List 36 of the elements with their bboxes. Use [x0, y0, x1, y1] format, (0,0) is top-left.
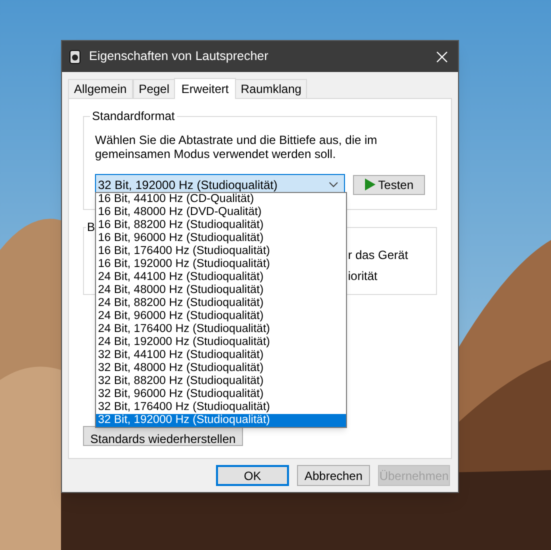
dropdown-option[interactable]: 16 Bit, 88200 Hz (Studioqualität)	[96, 219, 346, 232]
dropdown-option[interactable]: 16 Bit, 192000 Hz (Studioqualität)	[96, 258, 346, 271]
speaker-icon	[69, 50, 81, 64]
dropdown-option[interactable]: 24 Bit, 176400 Hz (Studioqualität)	[96, 323, 346, 336]
dialog-button[interactable]: OK	[216, 465, 289, 486]
option-label: iorität	[348, 269, 378, 283]
dropdown-option[interactable]: 24 Bit, 48000 Hz (Studioqualität)	[96, 284, 346, 297]
dropdown-option[interactable]: 16 Bit, 176400 Hz (Studioqualität)	[96, 245, 346, 258]
play-icon	[364, 178, 376, 191]
tab[interactable]: Erweitert	[174, 78, 236, 99]
tab[interactable]: Raumklang	[234, 79, 308, 98]
dropdown-option[interactable]: 16 Bit, 48000 Hz (DVD-Qualität)	[96, 206, 346, 219]
dropdown-option[interactable]: 32 Bit, 96000 Hz (Studioqualität)	[96, 388, 346, 401]
dropdown-option[interactable]: 16 Bit, 96000 Hz (Studioqualität)	[96, 232, 346, 245]
tab[interactable]: Pegel	[132, 79, 176, 98]
dropdown-option[interactable]: 24 Bit, 96000 Hz (Studioqualität)	[96, 310, 346, 323]
test-button[interactable]: Testen	[352, 174, 425, 194]
dropdown-option[interactable]: 16 Bit, 44100 Hz (CD-Qualität)	[96, 193, 346, 206]
group-title: Standardformat	[90, 109, 177, 123]
dropdown-option[interactable]: 32 Bit, 192000 Hz (Studioqualität)	[96, 414, 346, 427]
dialog-button[interactable]: Abbrechen	[297, 465, 370, 486]
close-icon[interactable]	[436, 50, 448, 62]
option-label: r das Gerät	[348, 248, 410, 262]
chevron-down-icon	[328, 182, 338, 188]
dropdown-option[interactable]: 24 Bit, 88200 Hz (Studioqualität)	[96, 297, 346, 310]
dropdown-option[interactable]: 32 Bit, 48000 Hz (Studioqualität)	[96, 362, 346, 375]
dropdown-option[interactable]: 24 Bit, 192000 Hz (Studioqualität)	[96, 336, 346, 349]
restore-defaults-button[interactable]: Standards wiederherstellen	[83, 426, 243, 446]
dropdown-option[interactable]: 32 Bit, 88200 Hz (Studioqualität)	[96, 375, 346, 388]
description-text: Wählen Sie die Abtastrate und die Bittiefe aus, die im gemeinsamen Modus verwendet werden soll.	[95, 133, 378, 161]
window-title: Eigenschaften von Lautsprecher	[89, 48, 270, 66]
dropdown-option[interactable]: 32 Bit, 176400 Hz (Studioqualität)	[96, 401, 346, 414]
dropdown-option[interactable]: 24 Bit, 44100 Hz (Studioqualität)	[96, 271, 346, 284]
group-title: B	[86, 220, 96, 234]
dropdown-option[interactable]: 32 Bit, 44100 Hz (Studioqualität)	[96, 349, 346, 362]
tab[interactable]: Allgemein	[68, 79, 133, 98]
